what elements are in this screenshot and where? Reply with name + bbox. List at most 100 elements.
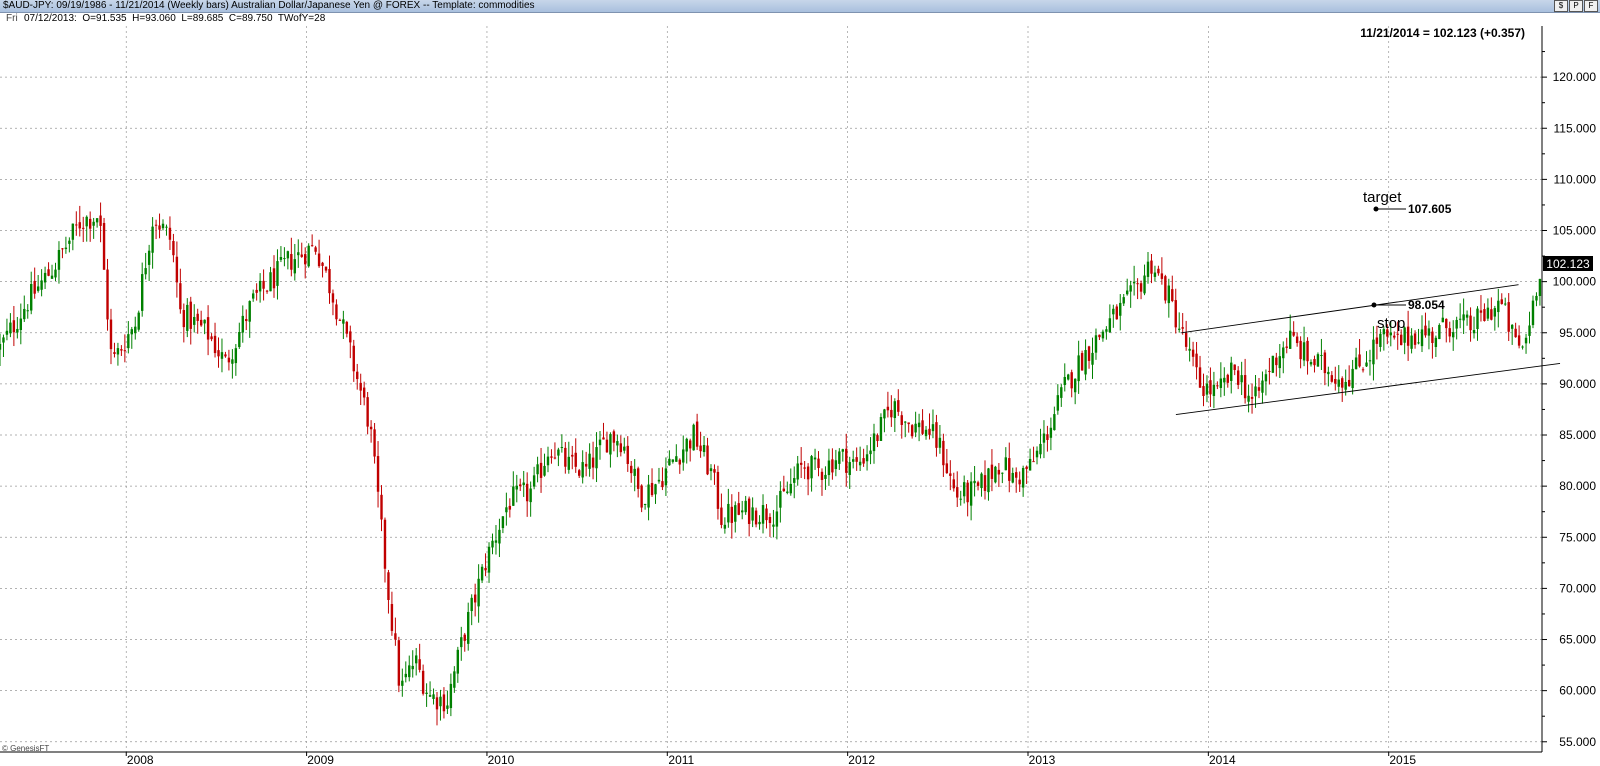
candle-body <box>290 254 293 270</box>
candle-body <box>404 673 407 678</box>
candle-body <box>789 483 792 494</box>
candle-body <box>851 459 855 462</box>
candle-body <box>494 540 498 543</box>
price-chart[interactable]: 55.000 60.000 65.000 70.000 75.000 80.000 85.0… <box>0 0 1600 766</box>
candle-body <box>227 357 231 363</box>
candle-body <box>36 286 40 291</box>
candle-body <box>1535 295 1538 301</box>
candle-body <box>356 371 359 380</box>
candle-body <box>633 468 636 476</box>
candle-body <box>425 692 428 695</box>
candle-body <box>553 457 557 459</box>
current-price-tag: 102.123 <box>1543 256 1593 271</box>
candle-body <box>262 280 265 289</box>
candle-body <box>1507 302 1510 332</box>
candle-body <box>1070 372 1073 389</box>
candle-body <box>623 446 626 451</box>
candle-body <box>23 308 26 320</box>
candle-body <box>1393 335 1396 338</box>
candle-body <box>196 313 199 321</box>
candle-body <box>47 269 50 276</box>
candle-body <box>349 331 352 343</box>
candle-body <box>324 266 328 271</box>
candle-body <box>834 460 838 470</box>
candle-body <box>1458 318 1462 320</box>
candle-body <box>720 507 723 525</box>
candle-body <box>1018 479 1021 485</box>
candle-body <box>109 319 113 350</box>
candle-body <box>904 421 907 423</box>
candle-body <box>713 469 716 473</box>
candle-body <box>1160 273 1164 279</box>
candle-body <box>1060 387 1063 398</box>
candle-body <box>935 422 938 448</box>
candle-body <box>147 250 151 265</box>
candle-body <box>855 457 858 462</box>
candle-body <box>751 507 754 521</box>
candle-body <box>1143 275 1146 294</box>
candle-body <box>1261 380 1264 393</box>
candle-body <box>473 594 477 603</box>
candle-body <box>1119 302 1122 316</box>
candle-body <box>12 320 16 333</box>
candle-body <box>886 406 890 411</box>
candle-body <box>1528 325 1531 336</box>
candle-body <box>352 345 355 372</box>
candle-body <box>744 500 747 513</box>
candle-body <box>796 463 799 480</box>
candle-body <box>383 519 387 569</box>
candle-body <box>529 488 532 503</box>
candle-body <box>179 283 182 310</box>
candle-body <box>723 524 727 529</box>
candle-body <box>1073 378 1077 393</box>
y-tick-label: 75.000 <box>1559 530 1596 544</box>
candle-body <box>366 397 369 427</box>
candle-body <box>1431 331 1434 343</box>
candle-body <box>758 521 761 525</box>
candle-body <box>949 473 952 476</box>
candle-body <box>966 482 969 503</box>
candle-body <box>1396 333 1399 335</box>
candle-body <box>841 449 844 452</box>
candle-body <box>654 484 657 495</box>
candle-body <box>78 222 81 229</box>
candle-body <box>668 458 671 466</box>
candle-body <box>1313 359 1316 366</box>
candle-body <box>224 354 227 357</box>
candle-body <box>1361 369 1365 371</box>
candle-body <box>525 483 529 502</box>
candle-body <box>1524 337 1528 344</box>
candle-body <box>487 546 491 573</box>
candle-body <box>144 268 147 275</box>
candle-body <box>394 633 397 640</box>
candle-body <box>272 268 276 289</box>
candle-body <box>1125 290 1129 295</box>
candle-body <box>220 352 224 359</box>
candle-body <box>1188 348 1191 351</box>
candle-body <box>772 524 775 527</box>
candle-body <box>692 424 695 451</box>
candle-body <box>945 463 949 474</box>
candle-body <box>820 471 824 480</box>
candle-body <box>335 304 338 320</box>
candle-body <box>910 425 914 437</box>
candle-body <box>158 225 161 230</box>
candle-body <box>806 466 810 480</box>
candle-body <box>30 284 33 311</box>
candle-body <box>203 319 206 324</box>
candle-body <box>869 450 872 455</box>
candle-body <box>99 215 102 226</box>
current-price-tag-label: 102.123 <box>1546 257 1590 271</box>
candle-body <box>921 420 924 434</box>
candle-body <box>959 498 962 500</box>
candle-body <box>1486 307 1490 319</box>
candle-body <box>477 578 480 607</box>
x-tick-label: 2014 <box>1209 753 1236 766</box>
candle-body <box>414 655 418 664</box>
candle-body <box>584 463 588 467</box>
plot-area[interactable] <box>0 26 1542 752</box>
candle-body <box>151 226 154 253</box>
candle-body <box>1191 349 1195 357</box>
candle-body <box>1538 278 1542 297</box>
candle-body <box>1056 395 1060 411</box>
